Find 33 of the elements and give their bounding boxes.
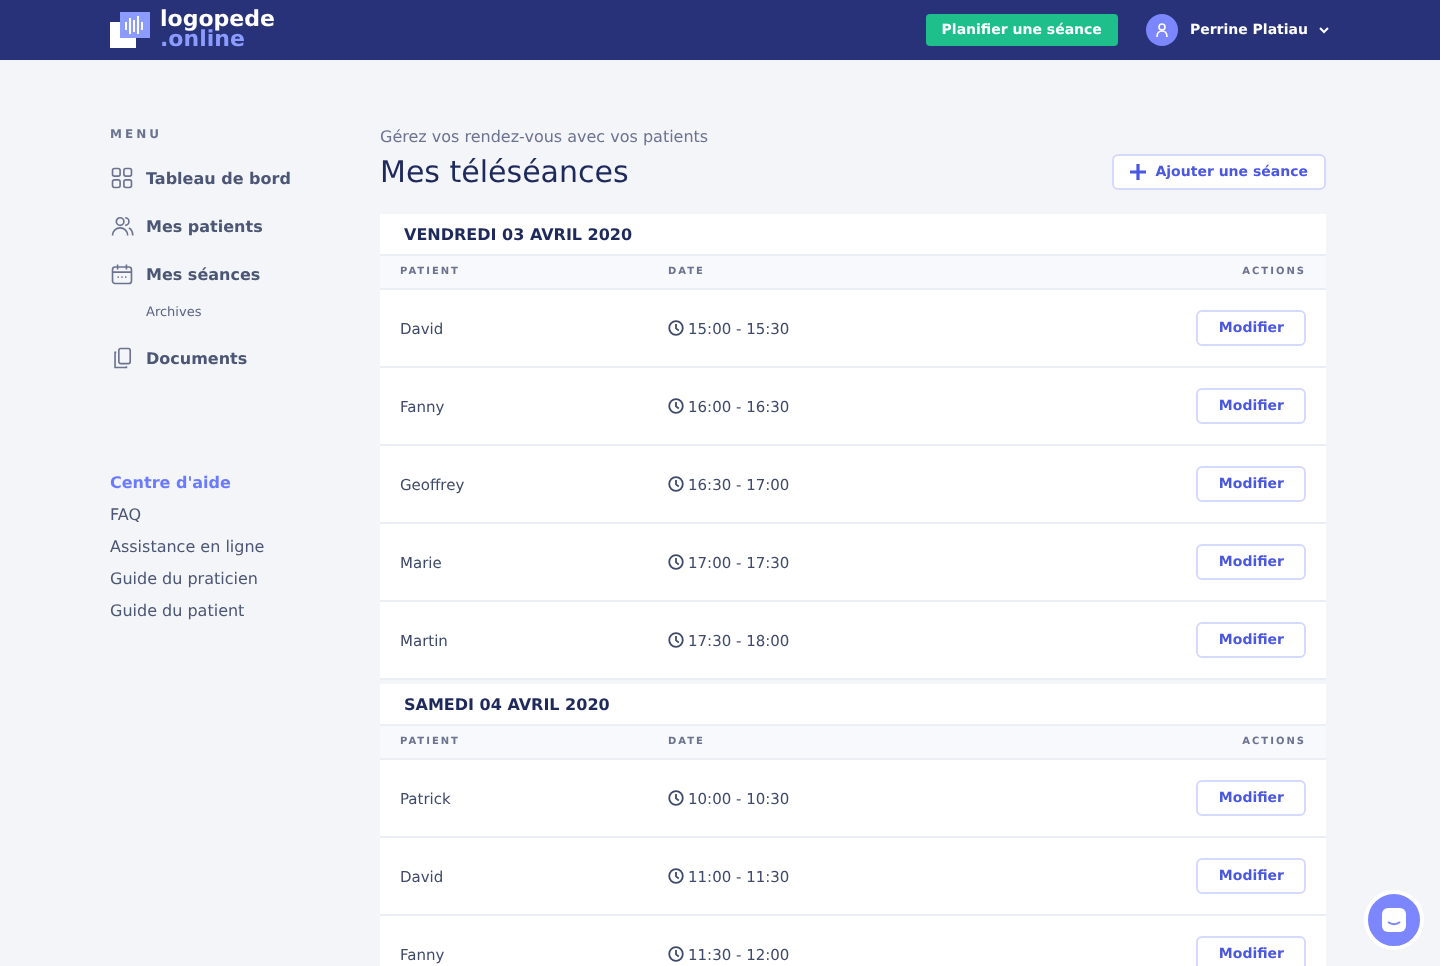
page-subtitle: Gérez vos rendez-vous avec vos patients	[380, 128, 711, 146]
clock-icon	[668, 946, 684, 962]
calendar-icon	[110, 262, 134, 286]
grid-icon	[110, 166, 134, 190]
nav-label[interactable]: Tableau de bord	[146, 169, 291, 187]
clock-icon	[668, 320, 684, 336]
clock-icon	[668, 632, 684, 648]
logo-icon	[110, 12, 150, 48]
logo-suffix: .online	[160, 30, 245, 50]
clock-icon	[668, 476, 684, 492]
help-link[interactable]: Assistance en ligne	[110, 538, 265, 556]
help-link[interactable]: Guide du praticien	[110, 570, 258, 588]
day-title: SAMEDI 04 AVRIL 2020	[404, 695, 610, 713]
nav-label[interactable]: Mes séances	[146, 265, 261, 283]
documents-icon	[110, 346, 134, 370]
page-title: Mes téléséances	[380, 154, 629, 190]
nav-label[interactable]: Documents	[146, 349, 248, 367]
nav-label[interactable]: Mes patients	[146, 217, 263, 235]
plus-icon	[1129, 164, 1146, 180]
help-link[interactable]: FAQ	[110, 506, 141, 524]
people-icon	[110, 214, 134, 238]
clock-icon	[668, 868, 684, 884]
clock-icon	[668, 554, 684, 570]
chat-bubble-icon	[1380, 906, 1408, 934]
chat-button[interactable]	[1364, 890, 1424, 950]
logo-text: logopede	[160, 10, 275, 30]
avatar-icon[interactable]	[1145, 14, 1178, 46]
clock-icon	[668, 790, 684, 806]
help-heading[interactable]: Centre d'aide	[110, 474, 380, 506]
chevron-down-icon	[1318, 26, 1330, 34]
clock-icon	[668, 398, 684, 414]
day-title: VENDREDI 03 AVRIL 2020	[404, 225, 633, 243]
help-link[interactable]: Guide du patient	[110, 602, 245, 620]
